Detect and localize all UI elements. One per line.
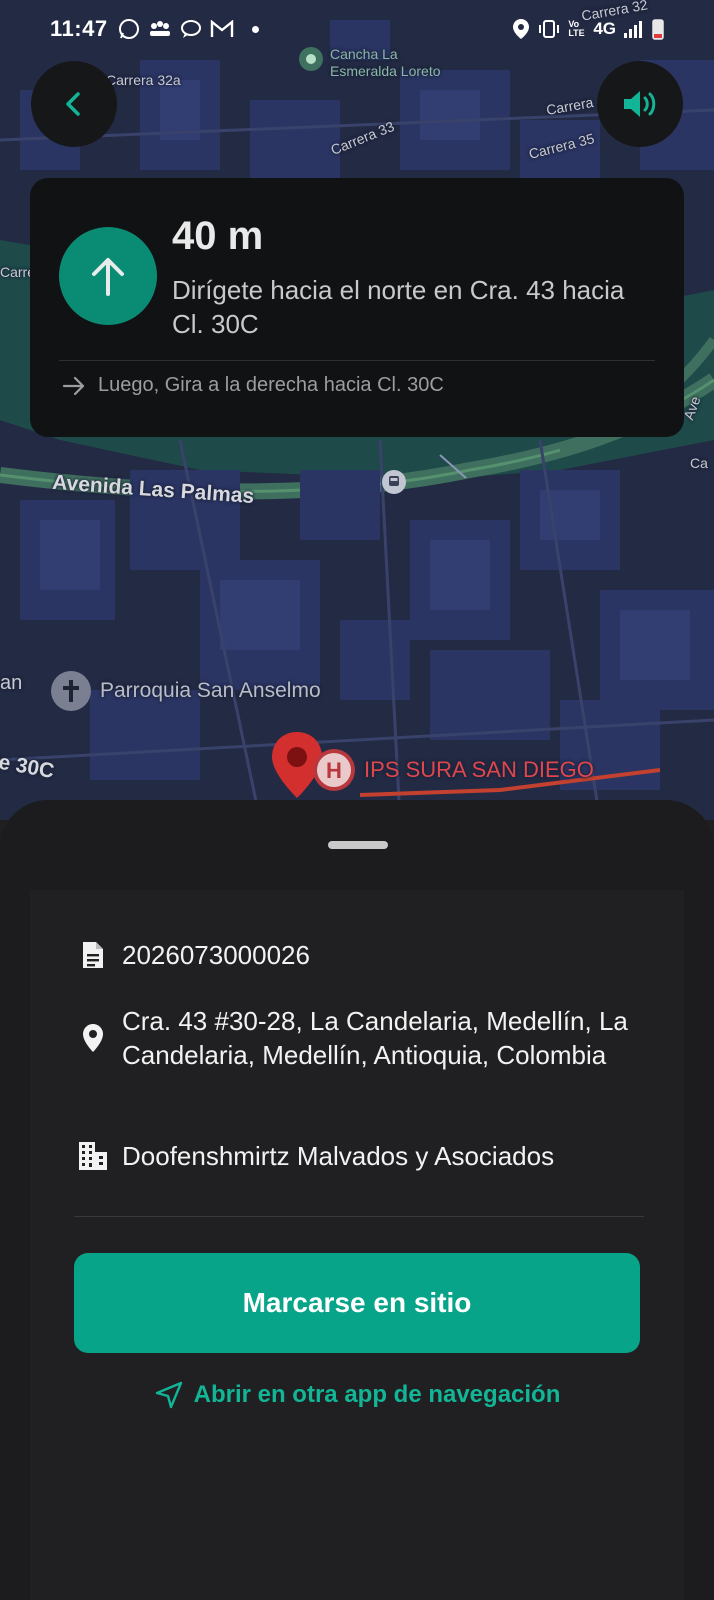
company-row: Doofenshmirtz Malvados y Asociados — [78, 1139, 554, 1173]
chevron-left-icon — [66, 92, 80, 116]
divider — [59, 360, 655, 361]
battery-icon — [652, 19, 664, 40]
next-step: Luego, Gira a la derecha hacia Cl. 30C — [62, 374, 444, 397]
whatsapp-icon — [118, 19, 139, 39]
street-label: Ca — [690, 455, 708, 471]
svg-text:H: H — [326, 758, 342, 783]
bus-stop-icon[interactable] — [382, 470, 406, 494]
turn-distance: 40 m — [172, 214, 264, 258]
address: Cra. 43 #30-28, La Candelaria, Medellín,… — [122, 1006, 628, 1070]
drag-handle[interactable] — [328, 841, 388, 849]
divider — [74, 1216, 644, 1217]
document-icon — [78, 940, 108, 970]
address-row: Cra. 43 #30-28, La Candelaria, Medellín,… — [78, 1004, 638, 1072]
group-icon — [149, 21, 170, 36]
navigation-arrow-icon — [155, 1381, 182, 1409]
order-id-row: 2026073000026 — [78, 938, 310, 972]
arrow-right-icon — [62, 376, 85, 395]
network-type: 4G — [593, 19, 616, 38]
sound-toggle-button[interactable] — [597, 61, 683, 147]
company-name: Doofenshmirtz Malvados y Asociados — [122, 1141, 555, 1171]
arrow-up-icon — [92, 258, 124, 296]
location-icon — [513, 19, 530, 39]
building-icon — [78, 1141, 108, 1171]
poi-parroquia[interactable]: Parroquia San Anselmo — [50, 670, 321, 712]
volume-icon — [624, 91, 656, 117]
gmail-icon — [210, 20, 233, 37]
turn-indicator — [59, 227, 157, 325]
street-label: Carrera 32a — [106, 72, 181, 88]
turn-instruction: Dirígete hacia el norte en Cra. 43 hacia… — [172, 275, 625, 339]
status-bar: 11:47 Vo LTE 4G — [0, 0, 714, 58]
next-step-text: Luego, Gira a la derecha hacia Cl. 30C — [98, 374, 444, 396]
details-panel: 2026073000026 Cra. 43 #30-28, La Candela… — [30, 890, 684, 1600]
vibrate-icon — [539, 20, 560, 38]
church-pin-icon — [51, 671, 91, 711]
signal-icon — [624, 21, 642, 38]
poi-label: IPS SURA SAN DIEGO — [364, 757, 594, 782]
navigation-instruction-card: 40 m Dirígete hacia el norte en Cra. 43 … — [30, 178, 684, 437]
notification-dot-icon — [251, 25, 259, 33]
check-in-button[interactable]: Marcarse en sitio — [74, 1253, 640, 1353]
street-label: an — [0, 672, 23, 694]
details-bottom-sheet[interactable]: 2026073000026 Cra. 43 #30-28, La Candela… — [0, 800, 714, 1600]
open-other-nav-app-label: Abrir en otra app de navegación — [193, 1381, 561, 1408]
volte-indicator: Vo LTE — [568, 19, 585, 38]
order-id: 2026073000026 — [122, 940, 310, 970]
open-other-nav-app-link[interactable]: Abrir en otra app de navegación — [30, 1380, 684, 1410]
location-pin-icon — [78, 1023, 108, 1053]
back-button[interactable] — [31, 61, 117, 147]
poi-label: Parroquia San Anselmo — [100, 679, 321, 702]
chat-icon — [180, 20, 201, 38]
status-time: 11:47 — [50, 16, 108, 41]
hospital-icon: H — [313, 749, 355, 791]
poi-ips[interactable]: H IPS SURA SAN DIEGO — [312, 748, 594, 792]
